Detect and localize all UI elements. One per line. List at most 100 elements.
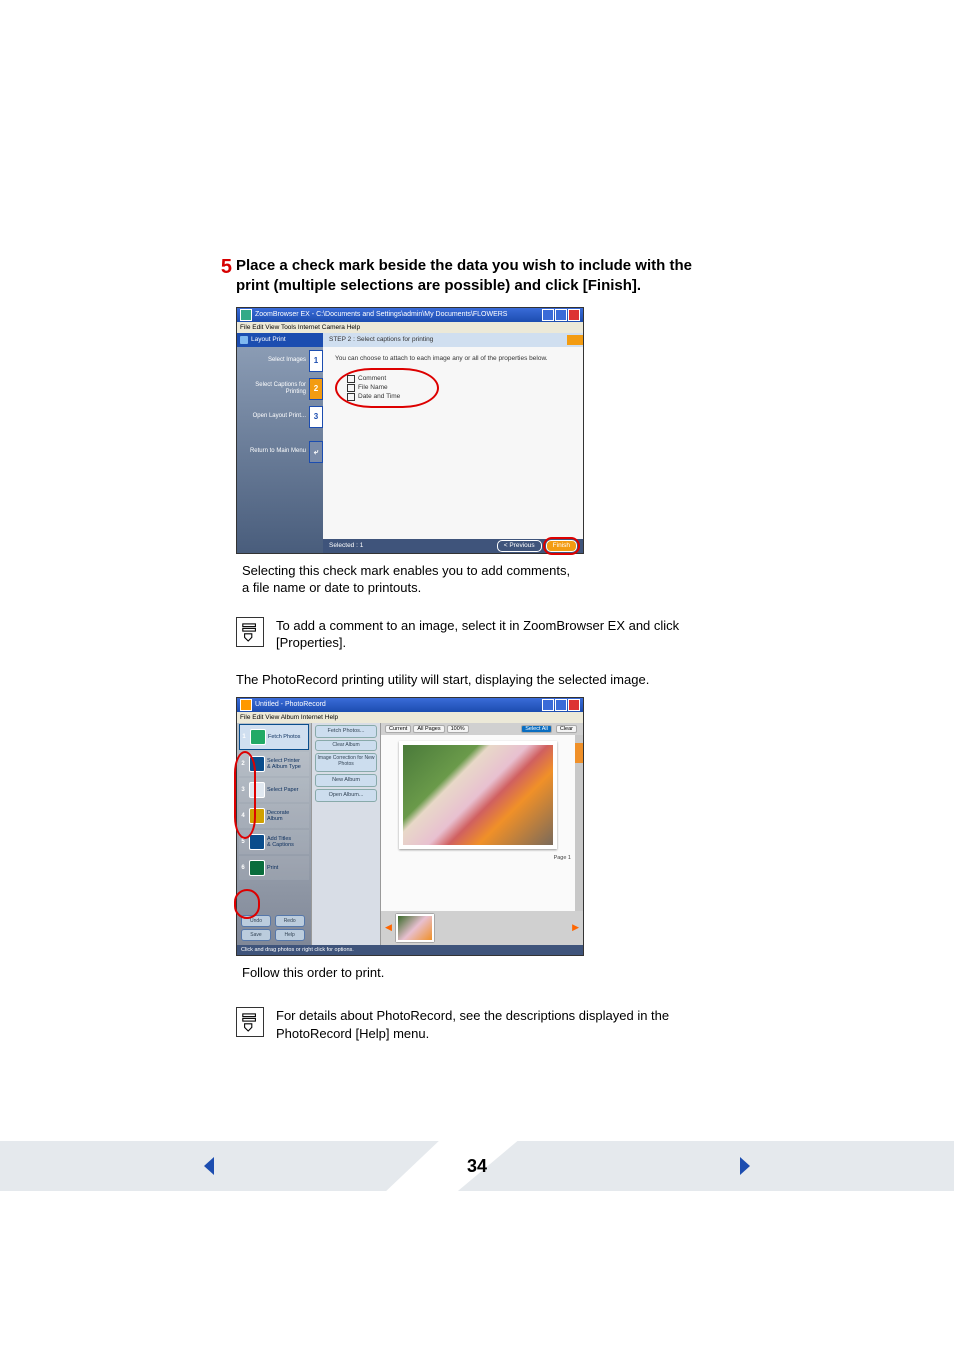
option-filename[interactable]: File Name — [347, 384, 427, 392]
sidebar-item-return[interactable]: Return to Main Menu ⤶ — [237, 439, 323, 465]
step-label: DecorateAlbum — [267, 810, 309, 822]
status-bar: Click and drag photos or right click for… — [237, 945, 583, 955]
checkbox-icon[interactable] — [347, 384, 355, 392]
previous-button[interactable]: < Previous — [497, 540, 542, 552]
clear-button[interactable]: Clear — [556, 725, 577, 733]
menu-bar[interactable]: File Edit View Tools Internet Camera Hel… — [237, 322, 583, 333]
thumbnail-strip: ◀ ▶ — [381, 911, 583, 945]
option-label: Comment — [358, 375, 386, 382]
thumbnail[interactable] — [396, 914, 434, 942]
note-line1: For details about PhotoRecord, see the d… — [276, 1008, 669, 1023]
new-album-button[interactable]: New Album — [315, 774, 377, 787]
maximize-icon[interactable] — [555, 699, 567, 711]
clear-album-button[interactable]: Clear Album — [315, 740, 377, 751]
fetch-photos-button[interactable]: Fetch Photos... — [315, 725, 377, 738]
page-indicator: Page 1 — [554, 855, 571, 861]
minimize-icon[interactable] — [542, 699, 554, 711]
close-icon[interactable] — [568, 309, 580, 321]
sidebar-header-label: Layout Print — [251, 336, 286, 343]
sidebar-item-select-images[interactable]: Select Images 1 — [237, 348, 323, 374]
l1: Select Captions for — [255, 382, 306, 388]
step-text-line2: print (multiple selections are possible)… — [236, 277, 641, 294]
step-text-line1: Place a check mark beside the data you w… — [236, 257, 692, 274]
caption-options-highlight: Comment File Name Date and Time — [335, 368, 439, 408]
note-line2: PhotoRecord [Help] menu. — [276, 1026, 429, 1041]
step-print[interactable]: 6 Print — [239, 856, 309, 880]
window-title: ZoomBrowser EX - C:\Documents and Settin… — [255, 308, 507, 322]
photo-thumbnail[interactable] — [399, 741, 557, 849]
print-icon — [249, 860, 265, 876]
option-label: File Name — [358, 384, 388, 391]
note-text: For details about PhotoRecord, see the d… — [276, 1007, 669, 1042]
window-buttons — [542, 309, 580, 321]
sidebar-item-label: Return to Main Menu — [237, 448, 309, 455]
step-label: Add Titles& Captions — [267, 836, 309, 848]
allpages-chip[interactable]: All Pages — [413, 725, 444, 733]
main-body: You can choose to attach to each image a… — [323, 347, 583, 539]
zoom-chip[interactable]: 100% — [447, 725, 469, 733]
step-label: Print — [267, 865, 309, 871]
sidebar-item-select-captions[interactable]: Select Captions for Printing 2 — [237, 376, 323, 402]
footer-bar: Selected : 1 < Previous Finish — [323, 539, 583, 553]
sidebar-item-label: Select Captions for Printing — [237, 382, 309, 395]
open-album-button[interactable]: Open Album... — [315, 789, 377, 802]
scrollbar[interactable] — [575, 735, 583, 911]
help-icon[interactable] — [567, 335, 583, 345]
caption-line2: a file name or date to printouts. — [242, 580, 421, 595]
current-chip[interactable]: Current — [385, 725, 411, 733]
finish-button[interactable]: Finish — [546, 540, 577, 552]
step-num: 6 — [239, 865, 247, 871]
help-button[interactable]: Help — [275, 929, 305, 941]
redo-button[interactable]: Redo — [275, 915, 305, 927]
save-button[interactable]: Save — [241, 929, 271, 941]
layout-print-icon — [240, 336, 248, 344]
option-datetime[interactable]: Date and Time — [347, 393, 427, 401]
step-badge-3: 3 — [309, 406, 323, 428]
step-header-label: STEP 2 : Select captions for printing — [329, 336, 433, 343]
window-buttons — [542, 699, 580, 711]
l: & Album Type — [267, 764, 301, 770]
close-icon[interactable] — [568, 699, 580, 711]
next-page-button[interactable] — [734, 1155, 754, 1180]
photo-area: Page 1 — [381, 735, 575, 911]
checkbox-icon[interactable] — [347, 375, 355, 383]
checkbox-icon[interactable] — [347, 393, 355, 401]
window-titlebar: Untitled - PhotoRecord — [237, 698, 583, 712]
step-text: Place a check mark beside the data you w… — [236, 256, 692, 297]
note-block-1: To add a comment to an image, select it … — [236, 617, 720, 652]
titles-icon — [249, 834, 265, 850]
instruction-text: You can choose to attach to each image a… — [335, 355, 571, 362]
paragraph-photorecord: The PhotoRecord printing utility will st… — [236, 672, 720, 687]
window-titlebar: ZoomBrowser EX - C:\Documents and Settin… — [237, 308, 583, 322]
caption-line1: Selecting this check mark enables you to… — [242, 563, 570, 578]
return-icon: ⤶ — [309, 441, 323, 463]
select-all-button[interactable]: Select All — [521, 725, 552, 733]
maximize-icon[interactable] — [555, 309, 567, 321]
strip-nav-right-icon[interactable]: ▶ — [572, 922, 579, 933]
step-badge-1: 1 — [309, 350, 323, 372]
note-block-2: For details about PhotoRecord, see the d… — [236, 1007, 720, 1042]
scroll-thumb-icon[interactable] — [575, 743, 583, 763]
step-num: 1 — [240, 734, 248, 740]
selected-count: Selected : 1 — [329, 542, 363, 549]
strip-nav-left-icon[interactable]: ◀ — [385, 922, 392, 933]
app-icon — [240, 309, 252, 321]
preview-toolbar: Current All Pages 100% Select All Clear — [381, 723, 583, 735]
steps-sidebar: 1Fetch Photos 2Select Printer& Album Typ… — [237, 723, 311, 945]
page-footer: 34 — [0, 1141, 954, 1191]
screenshot-photorecord: Untitled - PhotoRecord File Edit View Al… — [236, 697, 584, 956]
highlight-ring-icon — [543, 537, 580, 555]
step-label: Select Paper — [267, 787, 309, 793]
l: Album — [267, 816, 283, 822]
menu-bar[interactable]: File Edit View Album Internet Help — [237, 712, 583, 723]
minimize-icon[interactable] — [542, 309, 554, 321]
option-comment[interactable]: Comment — [347, 375, 427, 383]
prev-page-button[interactable] — [200, 1155, 220, 1180]
note-icon — [236, 1007, 264, 1037]
image-correction-button[interactable]: Image Correction for New Photos — [315, 753, 377, 772]
highlight-ring-icon — [234, 751, 256, 839]
step-fetch-photos[interactable]: 1Fetch Photos — [239, 724, 309, 750]
screenshot1-caption: Selecting this check mark enables you to… — [242, 562, 720, 597]
l: & Captions — [267, 842, 294, 848]
sidebar-item-open-layout-print[interactable]: Open Layout Print... 3 — [237, 404, 323, 430]
